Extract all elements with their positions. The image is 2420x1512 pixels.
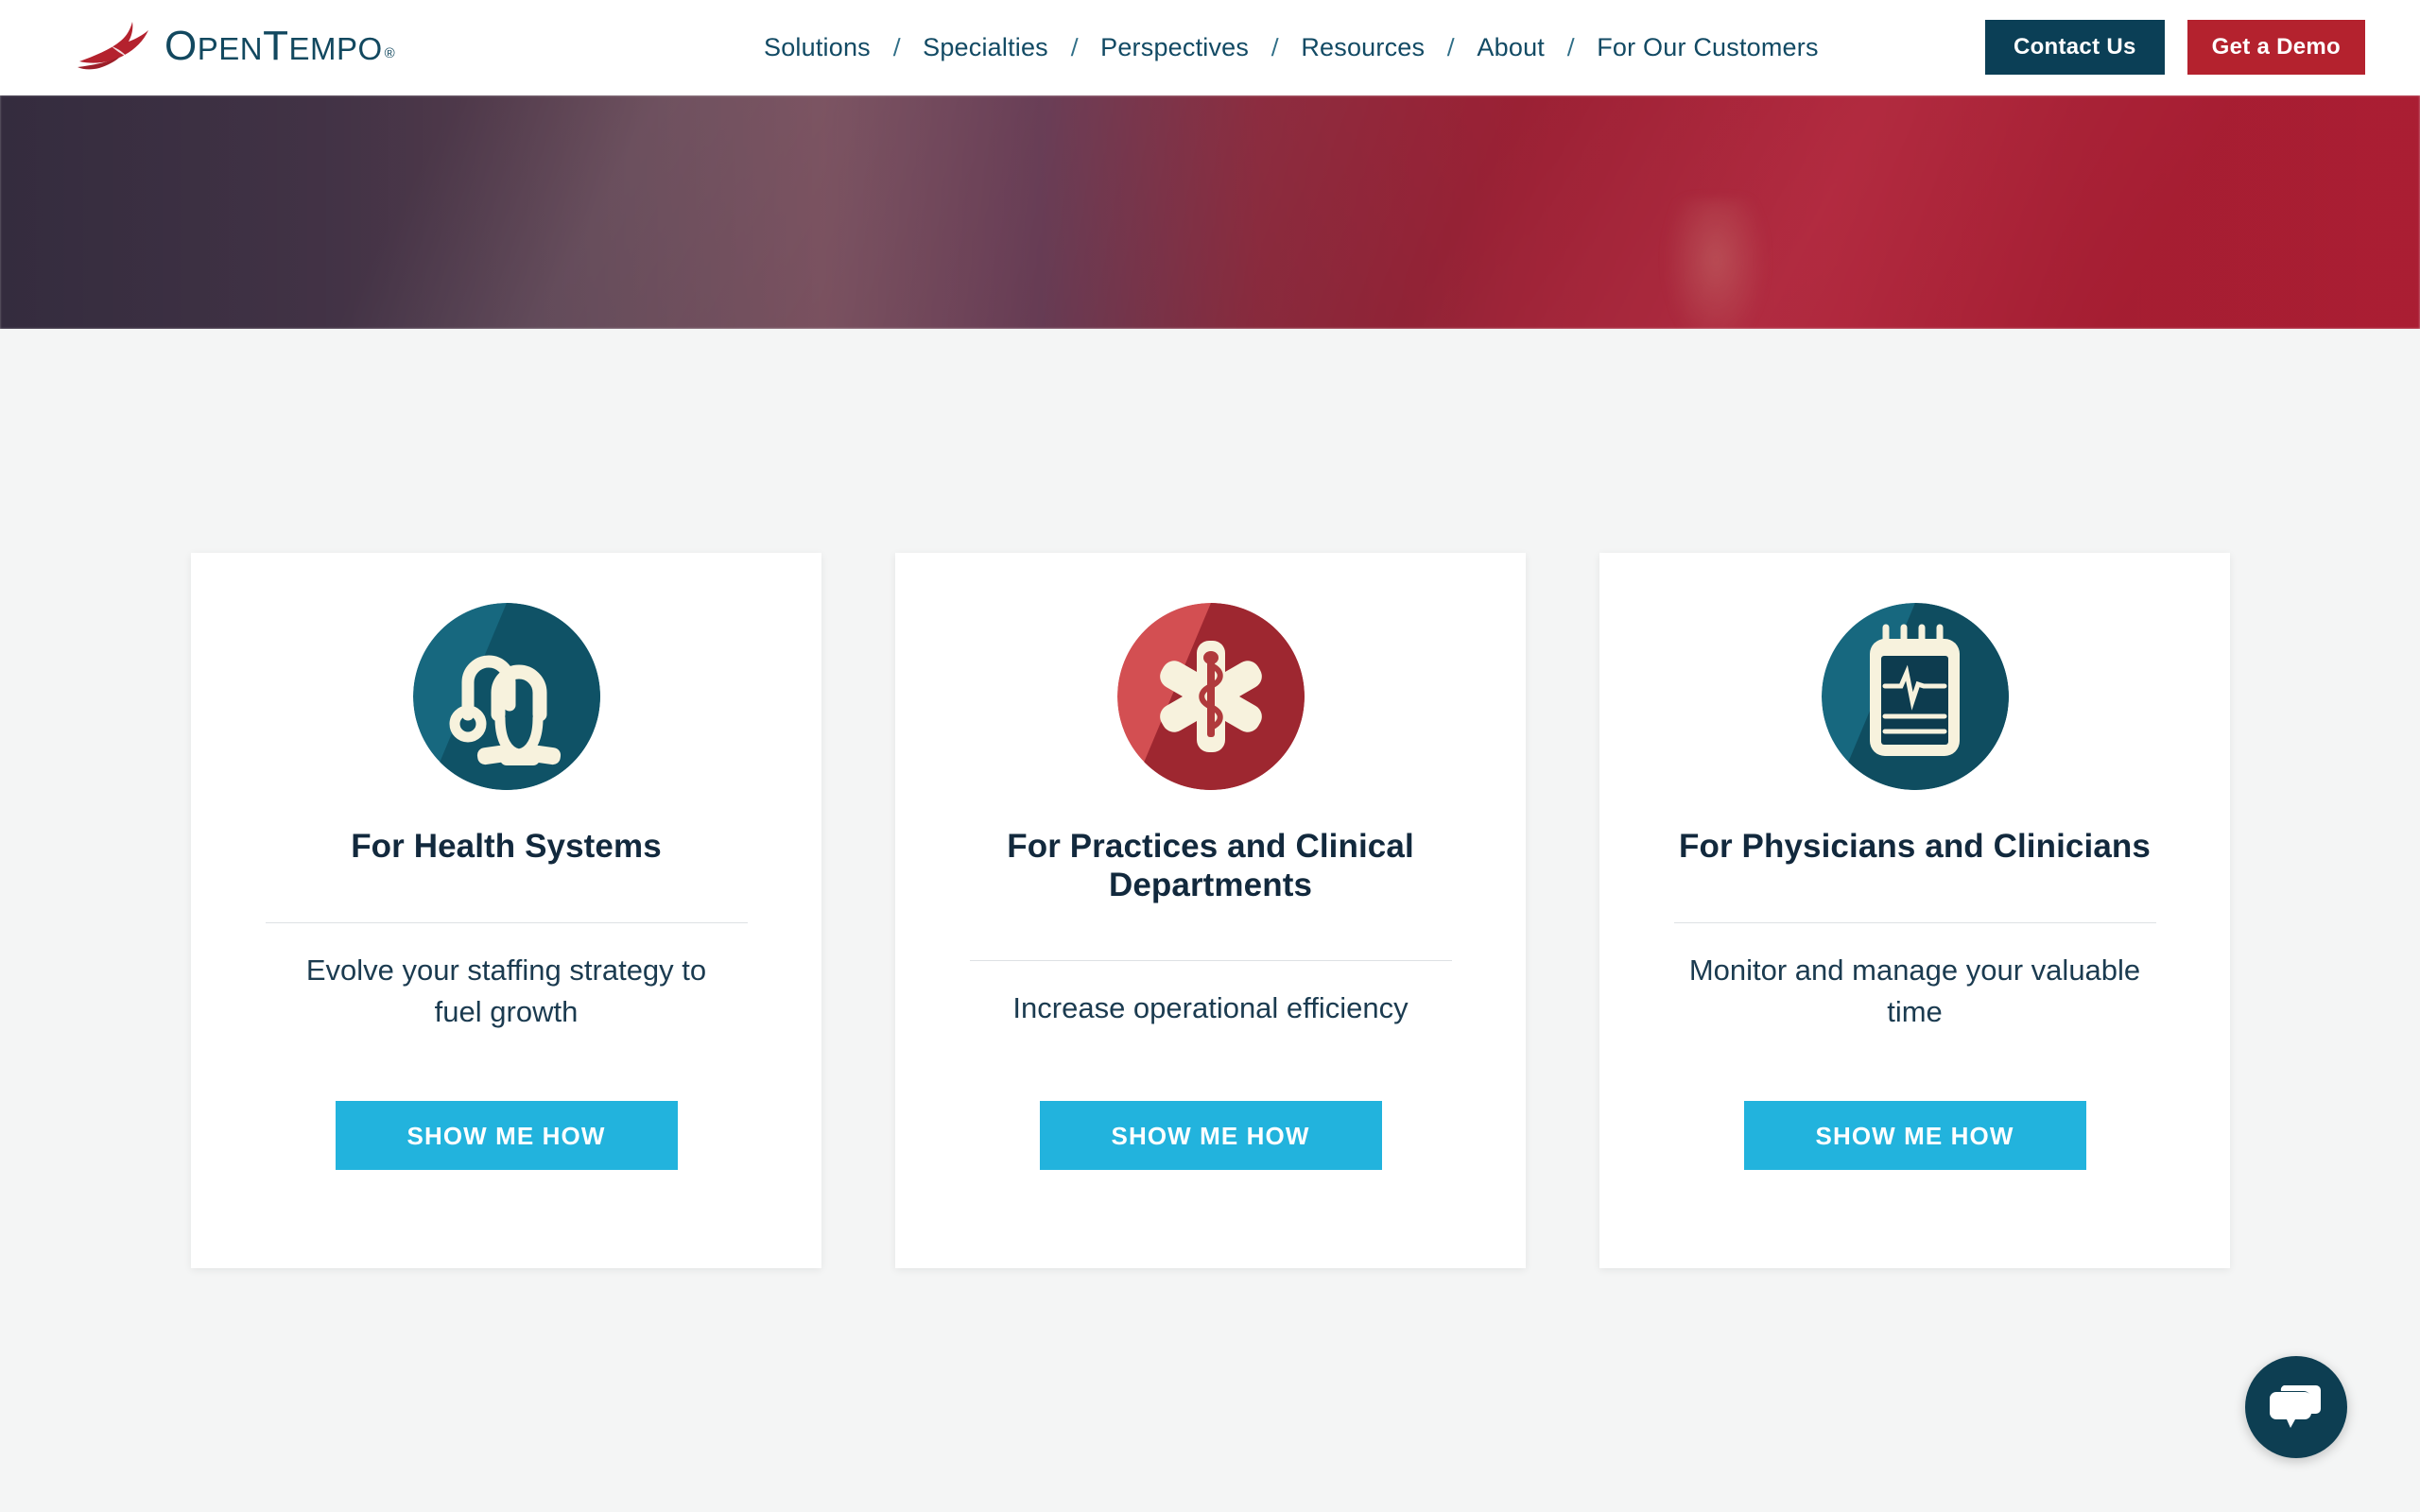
show-me-how-button[interactable]: SHOW ME HOW xyxy=(335,1101,678,1170)
card-health-systems[interactable]: For Health Systems Evolve your staffing … xyxy=(191,553,821,1268)
nav-separator: / xyxy=(892,33,901,61)
card-description: Increase operational efficiency xyxy=(1012,990,1409,1024)
card-divider xyxy=(265,921,748,923)
chat-widget-button[interactable] xyxy=(2245,1356,2347,1458)
hero-figure-silhouette xyxy=(1664,199,1768,329)
hero-banner xyxy=(0,95,2420,329)
card-physicians-clinicians[interactable]: For Physicians and Clinicians Monitor an… xyxy=(1599,553,2230,1268)
registered-trademark-icon: ® xyxy=(384,45,396,61)
nav-separator: / xyxy=(1270,33,1279,61)
logo-letter-t: T xyxy=(263,23,289,69)
bird-logo-icon xyxy=(74,18,151,75)
nav-item-specialties[interactable]: Specialties xyxy=(921,29,1050,66)
logo-letters-pen: PEN xyxy=(197,31,264,66)
card-title: For Practices and Clinical Departments xyxy=(1007,828,1414,903)
header-actions: Contact Us Get a Demo xyxy=(1984,20,2365,75)
clipboard-ekg-icon xyxy=(1821,603,2009,790)
show-me-how-button[interactable]: SHOW ME HOW xyxy=(1039,1101,1382,1170)
card-description: Evolve your staffing strategy to fuel gr… xyxy=(305,953,707,1028)
star-of-life-icon xyxy=(1116,603,1305,790)
site-header: O PEN T EMPO ® Solutions / Specialties / Per… xyxy=(0,0,2420,95)
nav-separator: / xyxy=(1070,33,1079,61)
logo-letters-empo: EMPO xyxy=(288,31,383,66)
main-navigation: Solutions / Specialties / Perspectives /… xyxy=(762,0,1821,95)
get-a-demo-button[interactable]: Get a Demo xyxy=(2187,20,2365,75)
logo-letter-o: O xyxy=(164,23,198,69)
hero-gradient-overlay xyxy=(0,95,2420,329)
stethoscope-icon xyxy=(412,603,600,790)
card-divider xyxy=(1673,921,2156,923)
card-title: For Physicians and Clinicians xyxy=(1679,828,2151,865)
nav-item-solutions[interactable]: Solutions xyxy=(762,29,873,66)
contact-us-button[interactable]: Contact Us xyxy=(1984,20,2165,75)
card-title: For Health Systems xyxy=(351,828,662,865)
card-divider xyxy=(969,959,1452,961)
audience-cards: For Health Systems Evolve your staffing … xyxy=(191,553,2230,1268)
nav-separator: / xyxy=(1446,33,1455,61)
show-me-how-button[interactable]: SHOW ME HOW xyxy=(1743,1101,2086,1170)
nav-item-about[interactable]: About xyxy=(1475,29,1547,66)
logo-wordmark: O PEN T EMPO ® xyxy=(164,23,395,70)
site-logo[interactable]: O PEN T EMPO ® xyxy=(74,15,395,77)
nav-item-resources[interactable]: Resources xyxy=(1299,29,1426,66)
card-description: Monitor and manage your valuable time xyxy=(1688,953,2141,1028)
card-practices-clinical-departments[interactable]: For Practices and Clinical Departments I… xyxy=(895,553,1526,1268)
nav-separator: / xyxy=(1566,33,1575,61)
chat-bubble-icon xyxy=(2269,1381,2324,1435)
nav-item-for-our-customers[interactable]: For Our Customers xyxy=(1595,29,1820,66)
nav-item-perspectives[interactable]: Perspectives xyxy=(1098,29,1251,66)
